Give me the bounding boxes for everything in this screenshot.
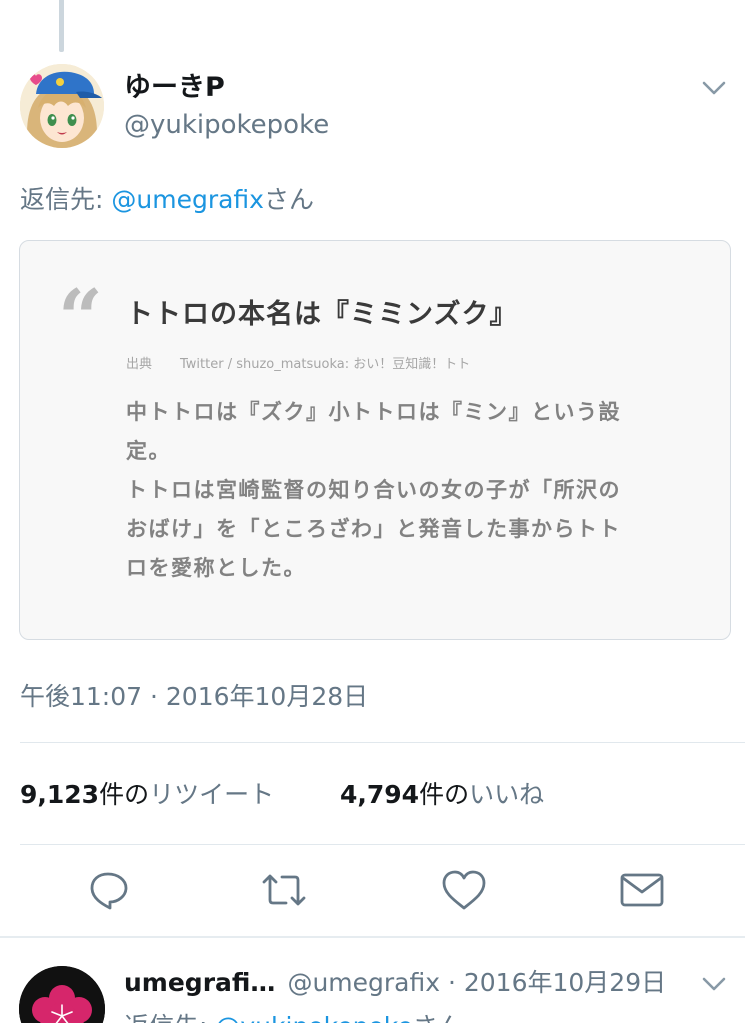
card-body-line: おばけ」を「ところざわ」と発音した事からトト [126,517,621,541]
card-source-label: 出典 [126,357,153,372]
reply-mention-link[interactable]: @umegrafix [111,185,264,214]
retweet-count-label: リツイート [149,780,275,809]
reply-to-line: 返信先: @umegrafixさん [20,183,314,217]
next-reply-suffix: さん [413,1012,463,1023]
next-handle-and-date[interactable]: @umegrafix · 2016年10月29日 [287,968,666,997]
reply-suffix: さん [263,185,314,214]
next-display-name[interactable]: umegrafi… [124,968,275,997]
card-body-line: ロを愛称とした。 [126,556,306,580]
tweet-detail-page: ゆーきP @yukipokepoke 返信先: @umegrafixさん “ ト… [0,0,745,1023]
like-count[interactable]: 4,794件のいいね [340,778,544,812]
section-divider [0,936,745,938]
like-icon[interactable] [440,866,488,914]
like-count-label: いいね [469,780,545,809]
retweet-count-unit: 件の [99,780,150,809]
user-avatar[interactable] [20,64,104,148]
like-count-number: 4,794 [340,780,420,809]
next-reply-to-line: 返信先: @yukipokepokeさん [124,1010,463,1023]
card-source-text: Twitter / shuzo_matsuoka: おい！豆知識！トト [180,357,471,372]
like-count-unit: 件の [419,780,470,809]
retweet-icon[interactable] [260,866,308,914]
tweet-timestamp[interactable]: 午後11:07 · 2016年10月28日 [20,680,368,714]
chevron-down-icon[interactable] [698,968,730,1000]
plum-blossom-logo-icon [19,966,105,1023]
next-reply-prefix: 返信先: [124,1012,215,1023]
divider [20,844,745,845]
card-body-line: トトロは宮崎監督の知り合いの女の子が「所沢の [126,478,621,502]
thread-connector-line [59,0,64,52]
card-title: トトロの本名は『ミミンズク』 [126,299,518,330]
card-body: 中トトロは『ズク』小トトロは『ミン』という設 定。 トトロは宮崎監督の知り合いの… [126,393,696,588]
quote-mark-icon: “ [58,273,103,364]
reply-prefix: 返信先: [20,185,112,214]
next-reply-mention-link[interactable]: @yukipokepoke [215,1012,412,1023]
card-source: 出典 Twitter / shuzo_matsuoka: おい！豆知識！トト [126,355,470,375]
retweet-count[interactable]: 9,123件のリツイート [20,778,274,812]
divider [20,742,745,743]
user-handle[interactable]: @yukipokepoke [124,108,329,142]
chevron-down-icon[interactable] [698,72,730,104]
attached-image-card[interactable]: “ トトロの本名は『ミミンズク』 出典 Twitter / shuzo_matsu… [19,240,731,640]
avatar-image [20,64,104,148]
card-body-line: 中トトロは『ズク』小トトロは『ミン』という設 [126,400,621,424]
display-name[interactable]: ゆーきP [124,70,225,106]
next-user-avatar[interactable] [19,966,105,1023]
reply-icon[interactable] [84,866,132,914]
next-tweet-header: umegrafi… @umegrafix · 2016年10月29日 [124,966,666,1000]
message-icon[interactable] [618,866,666,914]
retweet-count-number: 9,123 [20,780,100,809]
card-body-line: 定。 [126,439,171,463]
